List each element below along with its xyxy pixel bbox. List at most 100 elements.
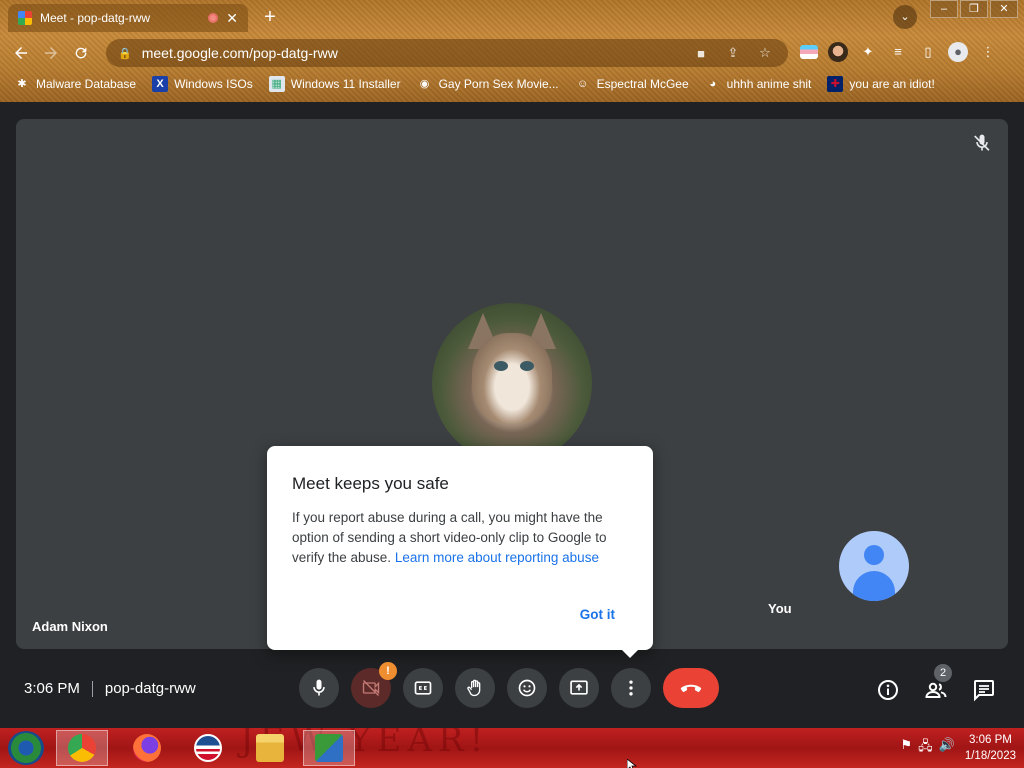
- more-vert-icon: [629, 680, 633, 696]
- reload-icon[interactable]: [66, 38, 96, 68]
- call-controls: !: [299, 662, 719, 708]
- got-it-button[interactable]: Got it: [580, 607, 615, 622]
- self-view-tile[interactable]: You: [757, 500, 992, 631]
- bookmark-favicon-icon: ▦: [268, 76, 285, 92]
- hang-up-icon: [680, 684, 702, 692]
- taskbar-chrome[interactable]: [56, 730, 108, 766]
- share-icon[interactable]: ⇪: [722, 45, 744, 61]
- media-queue-icon[interactable]: ≡: [888, 42, 908, 62]
- meeting-info: 3:06 PM pop-datg-rww: [24, 680, 196, 697]
- network-icon[interactable]: 🖧: [918, 737, 933, 759]
- end-call-button[interactable]: [663, 668, 719, 708]
- browser-menu-icon[interactable]: ⋮: [978, 42, 998, 62]
- bookmark-label: Malware Database: [36, 77, 137, 91]
- puzzle-extensions-icon[interactable]: ✦: [858, 42, 878, 62]
- chat-button[interactable]: [972, 678, 996, 702]
- volume-icon[interactable]: 🔊: [939, 737, 955, 759]
- meeting-code: pop-datg-rww: [104, 680, 196, 697]
- participant-avatar: [432, 303, 592, 463]
- taskbar-obama[interactable]: [182, 730, 234, 766]
- meet-favicon-icon: [18, 11, 32, 25]
- tab-close-icon[interactable]: ✕: [226, 10, 238, 27]
- back-arrow-icon[interactable]: [6, 38, 36, 68]
- present-screen-button[interactable]: [559, 668, 599, 708]
- people-button[interactable]: 2: [924, 664, 952, 702]
- bookmark-item[interactable]: ▦ Windows 11 Installer: [268, 76, 401, 92]
- camera-in-use-icon[interactable]: ■: [690, 46, 712, 61]
- bookmark-favicon-icon: ◉: [419, 78, 430, 90]
- tab-search-icon[interactable]: ⌄: [893, 5, 917, 29]
- start-button-icon[interactable]: [8, 731, 44, 765]
- microphone-button[interactable]: [299, 668, 339, 708]
- learn-more-link[interactable]: Learn more about reporting abuse: [395, 550, 599, 565]
- url-text: meet.google.com/pop-datg-rww: [141, 45, 338, 61]
- bookmark-item[interactable]: ◉ Gay Porn Sex Movie...: [417, 76, 559, 92]
- meeting-time: 3:06 PM: [24, 680, 80, 697]
- bookmarks-bar: ✱ Malware Database X Windows ISOs ▦ Wind…: [0, 72, 1024, 96]
- dialog-body: If you report abuse during a call, you m…: [292, 508, 628, 568]
- chat-icon: [974, 680, 994, 702]
- face-extension-icon[interactable]: [828, 42, 848, 62]
- firefox-icon: [133, 734, 161, 762]
- recording-indicator-icon: [208, 13, 219, 23]
- taskbar-file-explorer[interactable]: [244, 730, 296, 766]
- action-center-flag-icon[interactable]: ⚑: [900, 737, 912, 759]
- bookmark-favicon-icon: ☺: [577, 78, 589, 90]
- bookmark-favicon-icon: ✚: [827, 76, 844, 92]
- bookmark-item[interactable]: X Windows ISOs: [152, 76, 253, 92]
- tray-icons: ⚑ 🖧 🔊: [900, 737, 954, 759]
- meeting-details-button[interactable]: [876, 678, 900, 702]
- avatar-cat-face: [472, 333, 552, 423]
- bookmark-item[interactable]: ✚ you are an idiot!: [827, 76, 935, 92]
- bookmark-label: Windows ISOs: [174, 77, 253, 91]
- side-panel-controls: 2: [876, 664, 996, 702]
- emoji-icon: [518, 679, 536, 697]
- info-icon: [878, 680, 898, 700]
- closed-captions-icon: [414, 681, 432, 695]
- address-bar[interactable]: 🔒 meet.google.com/pop-datg-rww ■ ⇪ ☆: [106, 39, 788, 67]
- taskbar-network-app[interactable]: [303, 730, 355, 766]
- microphone-icon: [313, 679, 325, 696]
- bookmark-star-icon[interactable]: ☆: [754, 45, 776, 61]
- captions-button[interactable]: [403, 668, 443, 708]
- minimize-button[interactable]: –: [930, 0, 958, 18]
- participant-name: Adam Nixon: [32, 619, 108, 634]
- taskbar-date: 1/18/2023: [964, 750, 1016, 762]
- bookmark-favicon-icon: ◕: [709, 78, 716, 90]
- forward-arrow-icon[interactable]: [36, 38, 66, 68]
- bookmark-favicon-icon: ✱: [17, 78, 27, 90]
- taskbar-firefox[interactable]: [121, 730, 173, 766]
- restore-button[interactable]: ❐: [960, 0, 988, 18]
- divider: [91, 680, 93, 697]
- close-window-button[interactable]: ✕: [990, 0, 1018, 18]
- tab-title: Meet - pop-datg-rww: [40, 11, 151, 25]
- raise-hand-button[interactable]: [455, 668, 495, 708]
- taskbar-clock[interactable]: 3:06 PM 1/18/2023: [965, 732, 1016, 764]
- side-panel-icon[interactable]: ▯: [918, 42, 938, 62]
- avatar-head: [864, 545, 884, 565]
- profile-avatar-icon[interactable]: ●: [948, 42, 968, 62]
- meet-stage: Adam Nixon You Meet keeps you safe If yo…: [0, 102, 1024, 728]
- camera-button[interactable]: !: [351, 662, 397, 708]
- folder-icon: [256, 734, 284, 762]
- bookmark-label: uhhh anime shit: [726, 77, 812, 91]
- more-options-button[interactable]: [611, 668, 651, 708]
- meeting-controls-bar: 3:06 PM pop-datg-rww ! 2: [0, 649, 1024, 728]
- new-tab-button[interactable]: +: [258, 4, 282, 30]
- windows-taskbar: JEW YEAR! ⚑ 🖧 🔊 3:06 PM 1/18/2023: [0, 728, 1024, 768]
- avatar-cat-eye: [520, 361, 534, 371]
- trans-flag-extension-icon[interactable]: [800, 45, 818, 59]
- chrome-icon: [68, 734, 96, 762]
- mouse-cursor-icon: [627, 759, 637, 768]
- browser-tab-meet[interactable]: Meet - pop-datg-rww ✕: [8, 4, 248, 32]
- bookmark-favicon-icon: X: [152, 76, 169, 92]
- bookmark-item[interactable]: ☺ Espectral McGee: [575, 76, 689, 92]
- bookmark-item[interactable]: ✱ Malware Database: [14, 76, 136, 92]
- lock-icon: 🔒: [118, 47, 132, 60]
- dialog-title: Meet keeps you safe: [292, 474, 449, 493]
- bookmark-item[interactable]: ◕ uhhh anime shit: [705, 76, 812, 92]
- participant-count-badge: 2: [934, 664, 952, 682]
- emoji-reactions-button[interactable]: [507, 668, 547, 708]
- default-avatar-icon: [839, 531, 909, 601]
- camera-off-icon: [362, 680, 380, 696]
